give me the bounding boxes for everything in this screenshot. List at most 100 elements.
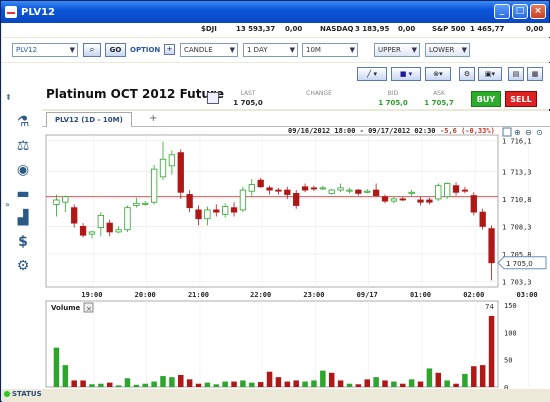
go-button[interactable]: GO — [105, 43, 126, 57]
volume-bar — [160, 376, 166, 387]
close-button[interactable]: × — [530, 4, 546, 19]
briefcase-icon[interactable]: ▬ — [14, 185, 32, 203]
symbol-value: PLV12 — [16, 46, 38, 54]
settings-button[interactable]: ⚙ — [459, 67, 475, 81]
volume-bar — [462, 373, 468, 387]
volume-bar — [471, 366, 477, 387]
volume-bar — [346, 383, 353, 387]
volume-bar — [62, 365, 69, 387]
candle-body — [319, 187, 326, 190]
price-chart[interactable]: 1 716,11 713,31 710,81 708,31 705,81 703… — [42, 127, 550, 392]
volume-bar — [444, 380, 450, 387]
volume-axis-labels: 150100500 — [504, 302, 517, 392]
volume-bar — [98, 383, 104, 387]
chart-type-value: CANDLE — [184, 46, 213, 54]
candle-body — [355, 189, 362, 194]
interval-combo[interactable]: 10M ▼ — [302, 43, 358, 57]
x-tick-label: 23:00 — [303, 291, 324, 299]
candle-body — [168, 154, 176, 167]
chart-area[interactable]: 1 716,1 1 713,3 1 710,8 1 708,3 1 705,8 1 703… — [42, 127, 550, 392]
sell-button[interactable]: SELL — [505, 91, 537, 107]
volume-bar — [328, 372, 335, 387]
drawing-toolbar: ╱ ▾ ■ ▾ ⊗▾ ⚙ ▣▾ ▤ ▦ — [2, 63, 550, 83]
status-dot-icon — [4, 391, 10, 397]
candle-body — [346, 189, 353, 192]
candle-body — [426, 199, 433, 203]
volume-bar — [320, 370, 326, 387]
candle-body — [461, 189, 469, 192]
chevron-down-icon: ▼ — [349, 46, 355, 54]
buy-button[interactable]: BUY — [471, 91, 501, 107]
candle-body — [257, 179, 264, 188]
candle-body — [408, 191, 415, 194]
crosshair-button[interactable]: ⊗▾ — [425, 67, 451, 81]
x-tick-label: 20:00 — [135, 291, 156, 299]
candle-body — [479, 211, 486, 227]
volume-bar — [382, 380, 388, 387]
status-label: STATUS — [12, 390, 42, 398]
chevron-down-icon: ▼ — [69, 46, 75, 54]
candle-body — [62, 196, 69, 203]
floppy-icon: ▣▾ — [484, 70, 496, 78]
color-button[interactable]: ■ ▾ — [391, 67, 421, 81]
expand-panel-icon[interactable]: » — [5, 200, 10, 209]
minimize-button[interactable]: _ — [494, 4, 510, 19]
candle-body — [88, 231, 96, 235]
symbol-combo[interactable]: PLV12 ▼ — [12, 43, 78, 57]
chart-change: -5,6 (-0,33%) — [440, 127, 495, 135]
candle-body — [204, 209, 211, 220]
volume-bar — [337, 380, 344, 387]
chevron-down-icon: ▼ — [289, 46, 295, 54]
maximize-button[interactable]: □ — [512, 4, 528, 19]
collapse-up-icon[interactable]: ⇞ — [5, 93, 12, 102]
add-tab-button[interactable]: + — [149, 113, 157, 124]
period-combo[interactable]: 1 DAY ▼ — [243, 43, 298, 57]
tab-plv12[interactable]: PLV12 (1D - 10M) — [46, 112, 132, 127]
period-value: 1 DAY — [247, 46, 268, 54]
save-button[interactable]: ▣▾ — [478, 67, 502, 81]
candle-body — [79, 226, 87, 236]
chart-date-range: 09/16/2012 18:00 - 09/17/2012 02:30 — [288, 127, 436, 135]
volume-bar — [257, 382, 264, 387]
status-bar: STATUS — [2, 389, 550, 402]
index-value: 13 593,37 — [236, 25, 276, 33]
chart-tabs: PLV12 (1D - 10M) + — [42, 111, 550, 127]
lower-indicator-combo[interactable]: LOWER ▼ — [425, 43, 470, 57]
gear-icon[interactable]: ⚙ — [14, 257, 32, 275]
chart-type-combo[interactable]: CANDLE ▼ — [180, 43, 238, 57]
last-price-tag: 1 705,0 — [497, 256, 547, 270]
print-button[interactable]: ▦ — [527, 67, 543, 81]
line-style-button[interactable]: ╱ ▾ — [357, 67, 387, 81]
eye-icon[interactable]: ◉ — [14, 161, 32, 179]
x-tick-label: 22:00 — [250, 291, 271, 299]
bar-chart-icon[interactable]: ▟ — [14, 209, 32, 227]
index-name: S&P 500 — [432, 25, 466, 33]
volume-bar — [479, 365, 486, 387]
volume-bar — [417, 381, 424, 387]
volume-tick-label: 100 — [504, 329, 517, 337]
dollar-icon[interactable]: $ — [14, 233, 32, 251]
index-change: 0,00 — [526, 25, 544, 33]
last-price-tag-text: 1 705,0 — [506, 260, 533, 268]
chart-maximize-icon[interactable] — [502, 127, 512, 137]
instrument-title: Platinum OCT 2012 Future — [46, 87, 225, 101]
candle-body — [133, 202, 140, 206]
upper-indicator-combo[interactable]: UPPER ▼ — [374, 43, 420, 57]
volume-bar — [169, 377, 175, 387]
scales-icon[interactable]: ⚖ — [14, 137, 32, 155]
upper-value: UPPER — [378, 46, 401, 54]
option-add-button[interactable]: + — [164, 44, 175, 55]
candle-body — [186, 194, 193, 209]
volume-bar — [133, 384, 140, 387]
zoom-out-icon[interactable]: ⊖ — [525, 128, 532, 137]
volume-label: Volume — [51, 304, 81, 312]
zoom-reset-icon[interactable]: ⊙ — [536, 128, 543, 137]
volume-bar — [213, 384, 220, 387]
zoom-in-icon[interactable]: ⊕ — [514, 128, 521, 137]
calendar-icon[interactable] — [207, 92, 219, 104]
layout-button[interactable]: ▤ — [508, 67, 524, 81]
microscope-icon[interactable]: ⚗ — [14, 113, 32, 131]
volume-bar — [302, 381, 308, 387]
print-icon: ▦ — [531, 70, 539, 78]
search-button[interactable]: ⌕ — [83, 43, 101, 57]
